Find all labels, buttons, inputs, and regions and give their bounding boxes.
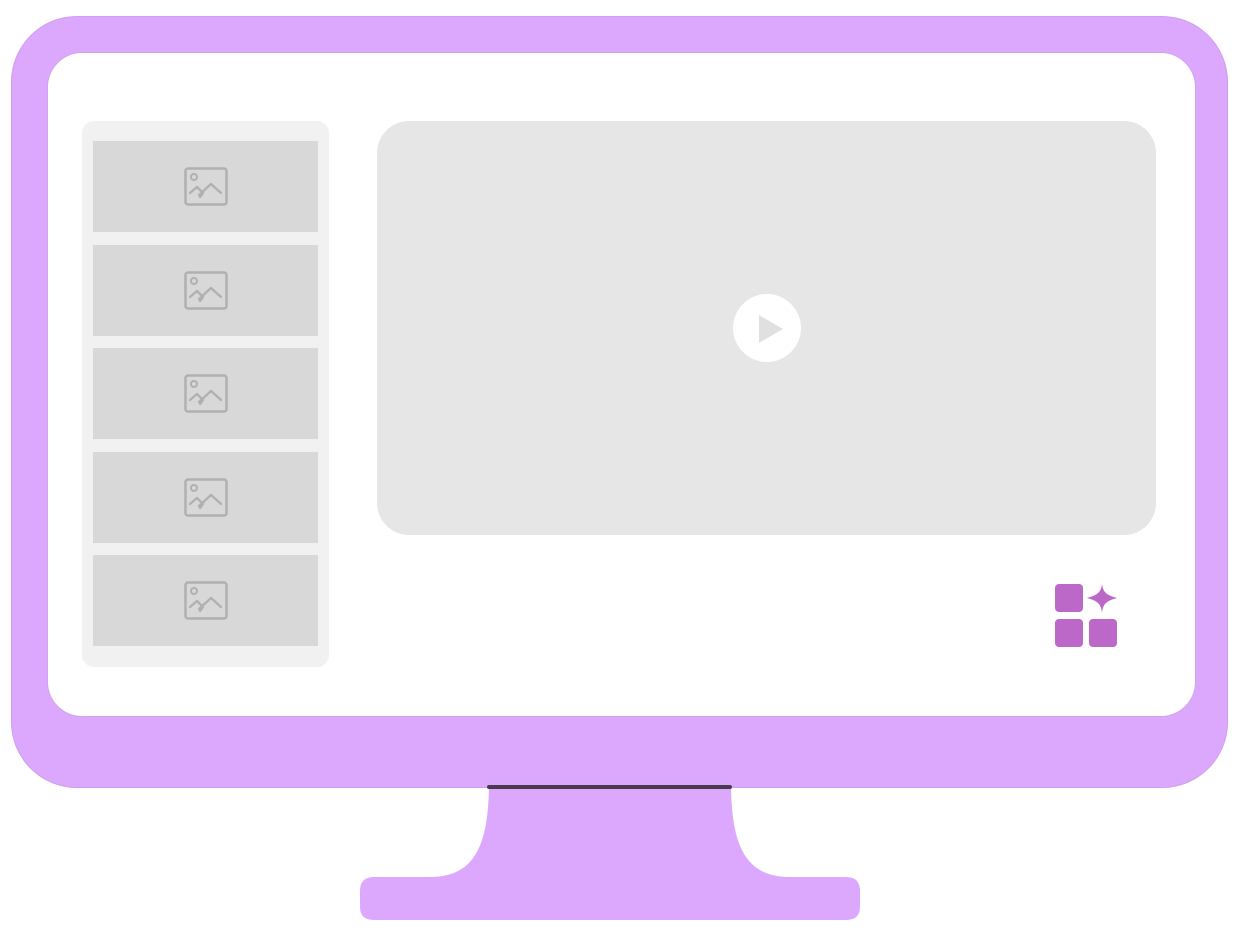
image-icon	[183, 373, 228, 413]
monitor-bezel-edge	[487, 785, 732, 789]
play-button[interactable]	[733, 294, 801, 362]
apps-sparkle-icon[interactable]	[1055, 584, 1119, 648]
thumbnail-item-4[interactable]	[93, 452, 318, 543]
image-icon	[183, 166, 228, 206]
video-player[interactable]	[377, 121, 1156, 535]
thumbnail-item-2[interactable]	[93, 245, 318, 336]
thumbnail-item-5[interactable]	[93, 555, 318, 646]
image-icon	[183, 270, 228, 310]
thumbnail-item-1[interactable]	[93, 141, 318, 232]
monitor-frame	[11, 16, 1228, 788]
play-icon	[759, 315, 783, 343]
monitor-screen	[48, 53, 1195, 716]
image-icon	[183, 580, 228, 620]
thumbnail-item-3[interactable]	[93, 348, 318, 439]
image-icon	[183, 477, 228, 517]
thumbnail-sidebar	[82, 121, 329, 667]
